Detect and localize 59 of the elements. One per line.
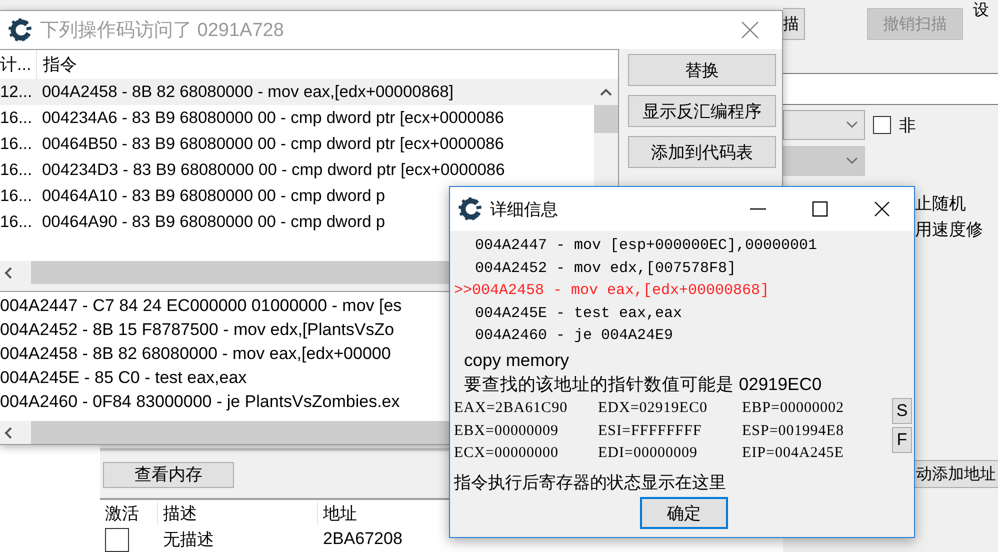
app-logo-icon	[458, 197, 482, 221]
code-line: 004A2452 - mov edx,[007578F8]	[474, 258, 738, 278]
register-value: EDI=00000009	[598, 445, 698, 462]
side-button[interactable]: F	[892, 426, 912, 452]
footer-text: 指令执行后寄存器的状态显示在这里	[454, 472, 727, 494]
option-label: 止随机	[915, 193, 967, 215]
disassembly-line: 004A245E - 85 C0 - test eax,eax	[0, 367, 247, 389]
register-value: ECX=00000000	[454, 445, 558, 462]
not-label: 非	[899, 114, 916, 136]
not-checkbox[interactable]	[873, 116, 891, 134]
settings-label: 设	[973, 2, 989, 20]
disassembly-line: 004A2447 - C7 84 24 EC000000 01000000 - mov [es	[0, 295, 402, 317]
opcode-row[interactable]: 12... 004A2458 - 8B 82 68080000 - mov eax,[edx+00000868]	[0, 79, 594, 105]
register-value: ESP=001994E8	[742, 422, 844, 440]
action-button[interactable]: 替换	[628, 54, 776, 86]
register-value: EBP=00000002	[742, 400, 844, 418]
disassembly-line: 004A2460 - 0F84 83000000 - je PlantsVsZombies.ex	[0, 391, 400, 413]
opcode-row[interactable]: 16... 004234A6 - 83 B9 68080000 00 - cmp dword ptr [ecx+0000086	[0, 105, 594, 131]
scroll-left-icon[interactable]	[3, 266, 13, 278]
chevron-down-icon	[846, 157, 858, 165]
register-value: ESI=FFFFFFFF	[598, 422, 702, 440]
app-logo-icon	[8, 18, 32, 42]
option-label: 用速度修	[915, 219, 984, 241]
register-value: EDX=02919EC0	[598, 400, 708, 418]
register-value: EBX=00000009	[454, 422, 558, 440]
register-value: EAX=2BA61C90	[454, 400, 568, 418]
chevron-down-icon	[846, 121, 858, 129]
scroll-left-icon[interactable]	[3, 426, 13, 438]
register-value: EIP=004A245E	[742, 445, 844, 462]
code-line: 004A2447 - mov [esp+000000EC],00000001	[474, 236, 818, 256]
window-title: 下列操作码访问了 0291A728	[40, 19, 285, 43]
code-line: 004A2460 - je 004A24E9	[474, 326, 674, 346]
active-checkbox[interactable]	[105, 528, 129, 552]
scan-button[interactable]: 描	[783, 8, 805, 40]
code-line: 004A245E - test eax,eax	[474, 304, 684, 324]
value-input-field[interactable]	[783, 73, 998, 105]
note-text: copy memory	[463, 348, 570, 372]
maximize-icon[interactable]	[812, 201, 828, 217]
action-button[interactable]: 显示反汇编程序	[628, 95, 776, 127]
action-button[interactable]: 添加到代码表	[628, 136, 776, 168]
table-cell-text: 2BA67208	[322, 529, 404, 549]
pointer-hint-text: 要查找的该地址的指针数值可能是 02919EC0	[463, 372, 823, 396]
close-icon[interactable]	[874, 201, 890, 217]
column-header[interactable]: 描述	[158, 502, 318, 524]
opcode-row[interactable]: 16... 00464B50 - 83 B9 68080000 00 - cmp dword ptr [ecx+0000086	[0, 131, 594, 157]
table-cell-text: 无描述	[162, 528, 215, 550]
add-address-button[interactable]: 动添加地址	[913, 460, 998, 488]
disassembly-line: 004A2458 - 8B 82 68080000 - mov eax,[edx+00000	[0, 343, 391, 365]
scroll-thumb[interactable]	[594, 105, 618, 133]
scroll-up-icon[interactable]	[600, 87, 612, 97]
ok-button[interactable]: 确定	[640, 497, 728, 529]
side-button[interactable]: S	[892, 398, 912, 424]
column-header[interactable]: 激活	[100, 502, 158, 524]
code-line: >>004A2458 - mov eax,[edx+00000868]	[454, 281, 770, 301]
opcode-row[interactable]: 16... 004234D3 - 83 B9 68080000 00 - cmp dword ptr [ecx+0000086	[0, 157, 594, 183]
window-title: 详细信息	[490, 198, 559, 220]
column-header[interactable]: 指令	[37, 53, 77, 76]
disassembly-line: 004A2452 - 8B 15 F8787500 - mov edx,[PlantsVsZo	[0, 319, 394, 341]
view-memory-button[interactable]: 查看内存	[103, 462, 234, 488]
